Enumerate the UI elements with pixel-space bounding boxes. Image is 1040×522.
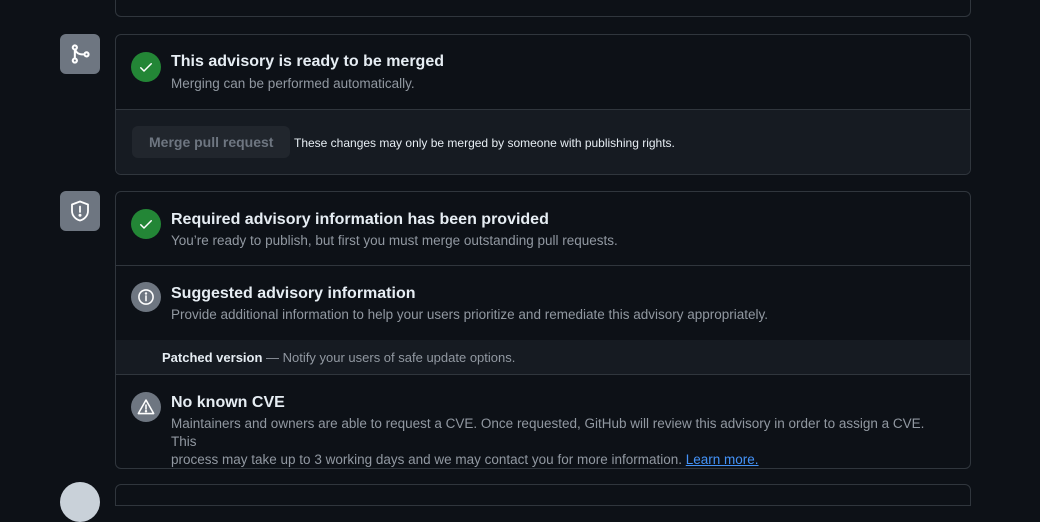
merge-footer: Merge pull request These changes may onl… xyxy=(116,110,970,174)
info-icon xyxy=(131,282,161,312)
merge-subtitle: Merging can be performed automatically. xyxy=(171,76,415,91)
suggested-info-subtitle: Provide additional information to help y… xyxy=(171,307,769,322)
merge-pull-request-button[interactable]: Merge pull request xyxy=(132,126,291,158)
previous-card-bottom xyxy=(115,0,971,17)
cve-text-line1: Maintainers and owners are able to reque… xyxy=(171,416,925,449)
shield-alert-icon xyxy=(60,191,100,231)
merge-permission-note: These changes may only be merged by some… xyxy=(294,136,675,150)
avatar xyxy=(60,482,100,522)
git-merge-icon xyxy=(60,34,100,74)
required-info-title: Required advisory information has been p… xyxy=(171,211,549,228)
alert-triangle-icon xyxy=(131,392,161,422)
learn-more-link[interactable]: Learn more. xyxy=(686,452,759,467)
advisory-info-card: Required advisory information has been p… xyxy=(115,191,971,469)
cve-title: No known CVE xyxy=(171,394,285,411)
merge-status-row: This advisory is ready to be merged Merg… xyxy=(116,35,970,110)
patched-version-hint: — Notify your users of safe update optio… xyxy=(262,350,516,365)
merge-card: This advisory is ready to be merged Merg… xyxy=(115,34,971,175)
patched-version-item: Patched version — Notify your users of s… xyxy=(116,340,970,375)
patched-version-label: Patched version xyxy=(162,350,263,365)
suggested-info-title: Suggested advisory information xyxy=(171,285,416,302)
check-icon xyxy=(131,209,161,239)
check-icon xyxy=(131,52,161,82)
next-card-top xyxy=(115,484,971,506)
required-info-subtitle: You’re ready to publish, but first you m… xyxy=(171,233,618,248)
cve-description: Maintainers and owners are able to reque… xyxy=(171,415,951,468)
required-info-row: Required advisory information has been p… xyxy=(116,192,970,266)
merge-title: This advisory is ready to be merged xyxy=(171,53,444,70)
cve-row: No known CVE Maintainers and owners are … xyxy=(116,375,970,468)
cve-text-line2: process may take up to 3 working days an… xyxy=(171,452,686,467)
